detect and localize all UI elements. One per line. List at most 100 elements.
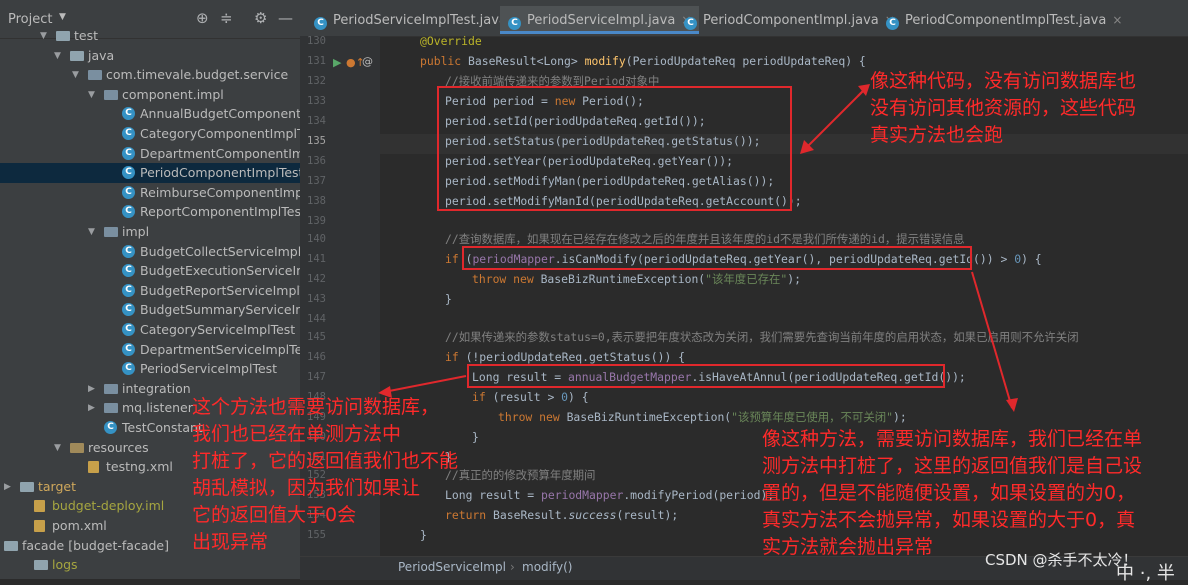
tree-item[interactable]: ▼ impl [0, 222, 300, 242]
minimize-icon[interactable]: — [278, 9, 293, 27]
collapse-icon[interactable]: ≑ [220, 9, 233, 27]
tree-item-label: testng.xml [106, 459, 173, 475]
tree-item[interactable]: C BudgetCollectServiceImplTest [0, 242, 300, 262]
tree-item[interactable]: C ReportComponentImplTest [0, 202, 300, 222]
class-icon: C [122, 362, 135, 376]
tree-item[interactable]: C AnnualBudgetComponentImplTest [0, 104, 300, 124]
tree-item-label: BudgetSummaryServiceImplTest [140, 302, 300, 318]
class-icon: C [122, 205, 135, 219]
chevron-down-icon[interactable]: ▼ [72, 65, 79, 85]
tree-item-label: logs [52, 557, 78, 573]
run-icon[interactable]: ▶ [333, 56, 341, 69]
line-number: 131 [307, 55, 326, 67]
class-icon: C [122, 127, 135, 140]
class-icon: C [508, 17, 521, 30]
tree-item[interactable]: C DepartmentServiceImplTest [0, 340, 300, 360]
tree-item-label: BudgetReportServiceImplTest [140, 282, 300, 298]
tree-item-label: ReimburseComponentImplTest [140, 184, 300, 200]
tab-label: PeriodServiceImpl.java [527, 13, 676, 28]
tree-item-label: pom.xml [52, 518, 107, 533]
tree-item-label: facade [budget-facade] [22, 537, 169, 553]
tree-item[interactable]: logs [0, 555, 300, 575]
tree-item[interactable]: C CategoryComponentImplTest [0, 124, 300, 144]
file-icon [34, 500, 45, 513]
package-icon [88, 70, 102, 81]
chevron-down-icon[interactable]: ▼ [88, 222, 95, 242]
close-icon[interactable]: × [1112, 13, 1122, 27]
class-icon: C [684, 17, 697, 30]
highlight-box-is-can-modify [462, 246, 972, 270]
globe-icon[interactable]: ⊕ [196, 9, 209, 27]
tree-item[interactable]: C BudgetReportServiceImplTest [0, 281, 300, 301]
tree-item-label: ReportComponentImplTest [140, 204, 300, 220]
tree-item[interactable]: ▼ test [0, 26, 300, 46]
tree-item[interactable]: C BudgetSummaryServiceImplTest [0, 300, 300, 320]
tree-item-label: budget-deploy.iml [52, 498, 165, 514]
gear-icon[interactable]: ⚙ [254, 9, 267, 27]
chevron-right-icon[interactable]: ▶ [88, 398, 95, 418]
class-icon: C [122, 146, 135, 160]
tree-item-label: TestConstant [122, 420, 203, 435]
package-icon [104, 89, 118, 100]
folder-icon [70, 442, 84, 453]
chevron-down-icon[interactable]: ▼ [59, 12, 66, 22]
chevron-right-icon[interactable]: ▶ [88, 379, 95, 399]
tree-item[interactable]: ▼ component.impl [0, 85, 300, 105]
folder-icon [34, 560, 48, 571]
watermark: CSDN @杀手不太冷！ [985, 551, 1138, 569]
annotation-note-top-right: 像这种代码，没有访问数据库也 没有访问其他资源的，这些代码 真实方法也会跑 [870, 70, 1137, 146]
tab-period-component-impl-test[interactable]: C PeriodComponentImplTest.java × [878, 6, 1130, 34]
chevron-right-icon[interactable]: ▶ [4, 477, 11, 497]
tree-item-label: CategoryServiceImplTest [140, 322, 296, 337]
line-number: 140 [307, 233, 326, 245]
tab-period-component-impl[interactable]: CPeriodComponentImpl.java× [676, 6, 903, 34]
breadcrumb-separator: › [510, 560, 515, 574]
chevron-down-icon[interactable]: ▼ [40, 26, 47, 46]
line-number: 133 [307, 95, 326, 107]
class-icon: C [122, 185, 135, 199]
tree-item[interactable]: C ReimburseComponentImplTest [0, 183, 300, 203]
annotation-marker-icon: @ [362, 55, 373, 68]
code-line: @Override [420, 34, 482, 48]
chevron-down-icon[interactable]: ▼ [54, 438, 61, 458]
package-icon [104, 383, 118, 394]
code-line: } [445, 292, 452, 306]
class-icon: C [886, 17, 899, 30]
tree-item-label: CategoryComponentImplTest [140, 126, 300, 141]
tab-period-service-impl[interactable]: CPeriodServiceImpl.java× [500, 6, 700, 34]
tree-item[interactable]: ▼ com.timevale.budget.service [0, 65, 300, 85]
tree-item-label: PeriodComponentImplTest [140, 165, 300, 181]
tree-item[interactable]: C PeriodServiceImplTest [0, 359, 300, 379]
tree-item[interactable]: C PeriodComponentImplTest [0, 163, 300, 184]
tree-item-label: PeriodServiceImplTest [140, 361, 278, 377]
line-number: 145 [307, 331, 326, 343]
folder-icon [4, 540, 18, 551]
tree-item-label: DepartmentComponentImplTest [140, 145, 300, 161]
tab-period-service-impl-test[interactable]: CPeriodServiceImplTest.java× [306, 6, 531, 34]
tree-item-label: impl [122, 224, 150, 239]
tree-item-label: resources [88, 439, 149, 455]
tree-item[interactable]: C DepartmentComponentImplTest [0, 144, 300, 164]
class-icon: C [122, 342, 135, 356]
tree-item-label: DepartmentServiceImplTest [140, 341, 300, 357]
chevron-down-icon[interactable]: ▼ [54, 46, 61, 66]
line-number: 143 [307, 293, 326, 305]
tree-item-label: test [74, 28, 99, 43]
tab-label: PeriodComponentImpl.java [703, 13, 879, 28]
file-icon [34, 520, 45, 532]
tree-item[interactable]: ▼ java [0, 46, 300, 66]
breadcrumb-method[interactable]: modify() [522, 560, 572, 574]
breadcrumb-class[interactable]: PeriodServiceImpl [398, 560, 506, 574]
code-line: return BaseResult.success(result); [445, 508, 679, 522]
class-icon: C [122, 107, 135, 121]
project-view-title[interactable]: Project [8, 12, 52, 27]
file-icon [88, 461, 99, 474]
line-number: 138 [307, 195, 326, 207]
chevron-down-icon[interactable]: ▼ [88, 85, 95, 105]
package-icon [104, 403, 118, 414]
class-icon: C [122, 166, 135, 180]
code-line: throw new BaseBizRuntimeException("该预算年度… [498, 410, 907, 424]
tree-item[interactable]: C BudgetExecutionServiceImplTest [0, 261, 300, 281]
code-line: } [472, 430, 479, 444]
tree-item[interactable]: C CategoryServiceImplTest [0, 320, 300, 340]
